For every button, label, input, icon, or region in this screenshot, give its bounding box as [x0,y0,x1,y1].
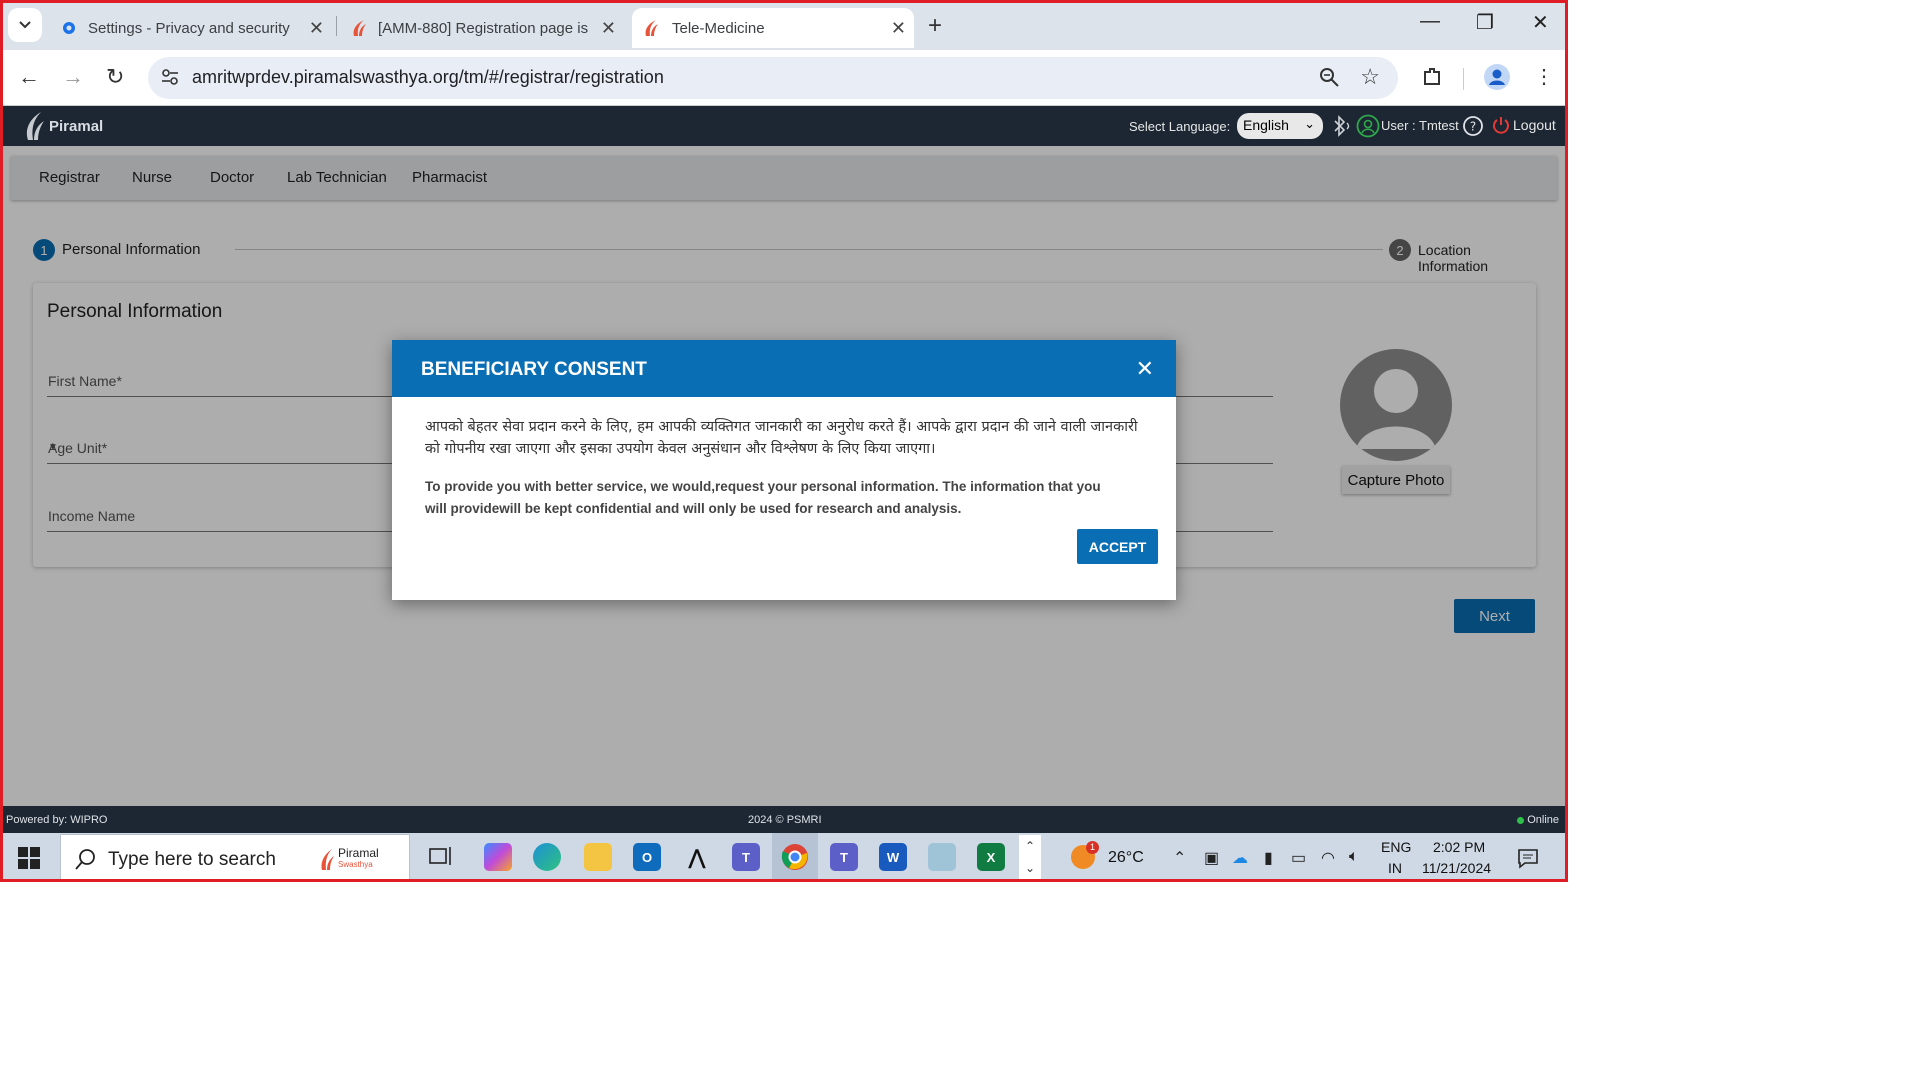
piramal-logo-icon [321,849,334,870]
region-indicator: IN [1388,860,1402,876]
beneficiary-consent-dialog: BENEFICIARY CONSENT ✕ आपको बेहतर सेवा प्… [392,340,1176,600]
minimize-icon[interactable]: — [1420,10,1440,33]
tab-jira[interactable]: [AMM-880] Registration page is ✕ [344,8,624,48]
app-footer: Powered by: WIPRO 2024 © PSMRI Online [3,806,1565,833]
weather-badge: 1 [1086,841,1099,854]
bluetooth-icon[interactable] [1329,115,1351,137]
forward-icon[interactable]: → [62,64,84,90]
extensions-icon[interactable] [1421,66,1443,88]
browser-toolbar: ← → ↻ amritwprdev.piramalswasthya.org/tm… [0,50,1568,106]
teams-icon[interactable]: T [732,843,760,871]
power-icon[interactable] [1491,115,1511,135]
url-text: amritwprdev.piramalswasthya.org/tm/#/reg… [192,67,664,87]
dialog-title: BENEFICIARY CONSENT [421,359,647,380]
status-text: Online [1527,814,1559,826]
back-icon[interactable]: ← [18,64,40,90]
tab-search-button[interactable] [8,8,42,42]
chevron-up-icon[interactable]: ⌃ [1173,848,1186,868]
app-header: Piramal Select Language: English ⌄ User … [3,106,1565,146]
piramal-logo-icon [645,20,658,36]
task-view-icon[interactable] [428,843,456,871]
windows-start-icon[interactable] [18,847,40,869]
search-highlight-brand: Piramal Swasthya [319,844,407,874]
tab-title: [AMM-880] Registration page is [378,19,588,37]
clock-date: 11/21/2024 [1422,860,1492,876]
gear-icon [63,22,75,34]
bookmark-star-icon[interactable]: ☆ [1360,64,1380,90]
zoom-icon[interactable] [1318,66,1340,88]
consent-text-hindi: आपको बेहतर सेवा प्रदान करने के लिए, हम आ… [425,419,1138,457]
brand-sub: Swasthya [338,860,373,869]
taskbar-search-box[interactable]: Type here to search Piramal Swasthya [60,834,410,881]
user-icon [1356,114,1380,138]
edge-icon[interactable] [533,843,561,871]
close-tab-icon[interactable]: ✕ [309,18,324,39]
outlook-icon[interactable]: O [633,843,661,871]
tab-divider [336,16,337,36]
close-window-icon[interactable]: ✕ [1532,10,1549,35]
piramal-logo-icon [353,20,366,36]
copilot-icon[interactable] [484,843,512,871]
volume-icon[interactable]: 🔈︎ [1349,848,1359,866]
reload-icon[interactable]: ↻ [106,64,124,90]
clock-time[interactable]: 2:02 PM [1433,839,1485,855]
toolbar-divider [1463,68,1464,90]
wifi-icon[interactable]: ◠ [1321,848,1335,868]
piramal-logo-icon [26,112,44,140]
tab-title: Tele-Medicine [672,19,765,37]
battery-icon[interactable]: ▭ [1291,848,1306,868]
close-icon[interactable]: ✕ [1136,356,1154,382]
dialog-header: BENEFICIARY CONSENT ✕ [392,340,1176,397]
windows-taskbar: Type here to search Piramal Swasthya O ⋀… [0,833,1568,882]
taskbar-scroll[interactable]: ⌃ ⌄ [1019,835,1041,880]
help-icon[interactable]: ? [1462,115,1484,137]
close-tab-icon[interactable]: ✕ [601,18,616,39]
online-dot-icon [1517,816,1525,824]
tab-settings[interactable]: Settings - Privacy and security ✕ [52,8,332,48]
brand-text: Piramal Swasthya [338,846,379,870]
consent-text-english: To provide you with better service, we w… [425,479,1101,516]
svg-text:?: ? [1470,120,1476,134]
close-tab-icon[interactable]: ✕ [891,18,906,39]
notification-icon[interactable] [1517,847,1539,869]
microphone-icon[interactable]: ▮ [1264,848,1273,868]
brand-name: Piramal [49,117,104,135]
word-icon[interactable]: W [879,843,907,871]
search-placeholder: Type here to search [108,849,276,870]
more-menu-icon[interactable]: ⋮ [1534,64,1554,89]
site-settings-icon[interactable] [160,67,180,87]
new-tab-icon[interactable]: + [928,12,942,40]
language-label: Select Language: [1129,119,1231,134]
meet-icon[interactable]: ▣ [1204,848,1219,868]
accept-button[interactable]: ACCEPT [1077,529,1158,564]
onedrive-icon[interactable]: ☁ [1232,848,1248,868]
chevron-down-icon: ⌄ [1304,116,1315,131]
app-icon[interactable]: ⋀ [683,843,711,871]
language-select[interactable]: English ⌄ [1237,113,1323,139]
teams-icon[interactable]: T [830,843,858,871]
chevron-down-icon [19,21,31,29]
connection-status: Online [1517,814,1559,826]
excel-icon[interactable]: X [977,843,1005,871]
language-indicator[interactable]: ENG [1381,839,1411,855]
copyright: 2024 © PSMRI [748,814,822,826]
search-icon [75,849,95,870]
file-explorer-icon[interactable] [584,843,612,871]
browser-tab-strip: Settings - Privacy and security ✕ [AMM-8… [0,0,1568,50]
temperature[interactable]: 26°C [1108,849,1144,867]
logout-link[interactable]: Logout [1513,117,1556,133]
language-value: English [1243,117,1289,133]
user-name: User : Tmtest [1381,118,1459,133]
address-bar[interactable]: amritwprdev.piramalswasthya.org/tm/#/reg… [148,57,1398,99]
brand-name: Piramal [338,846,379,860]
chrome-icon[interactable] [781,843,809,871]
restore-icon[interactable]: ❐ [1476,10,1494,35]
brand-logo: Piramal [23,110,103,142]
tab-telemedicine[interactable]: Tele-Medicine ✕ [632,8,914,48]
profile-avatar-icon[interactable] [1484,64,1510,90]
app-icon[interactable] [928,843,956,871]
tab-title: Settings - Privacy and security [88,19,290,37]
powered-by: Powered by: WIPRO [6,814,108,826]
